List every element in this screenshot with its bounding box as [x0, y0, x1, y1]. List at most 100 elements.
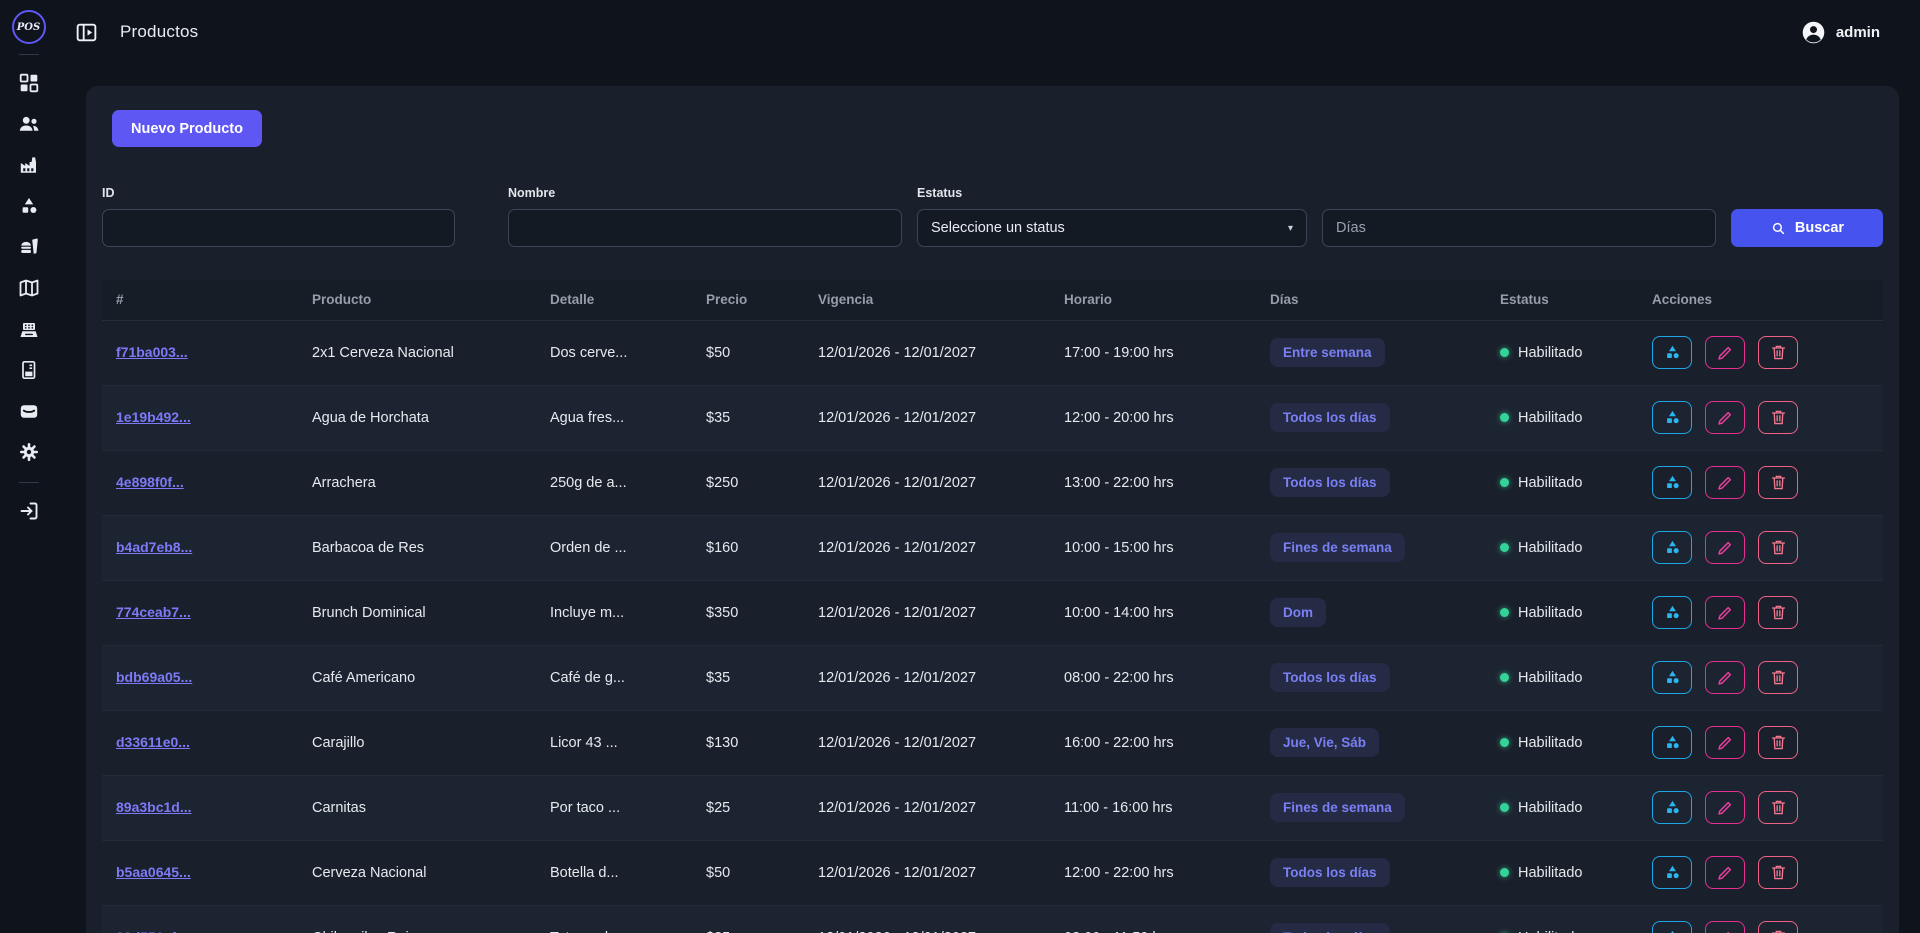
product-id-link[interactable]: b5aa0645... — [116, 864, 191, 880]
col-horario: Horario — [1050, 280, 1256, 320]
variants-button[interactable] — [1652, 531, 1692, 564]
variants-button[interactable] — [1652, 336, 1692, 369]
product-price: $35 — [692, 645, 804, 710]
product-id-link[interactable]: b4ad7eb8... — [116, 539, 192, 555]
product-id-link[interactable]: d33611e0... — [116, 734, 190, 750]
status-cell: Habilitado — [1500, 410, 1624, 426]
nombre-filter-label: Nombre — [508, 186, 902, 200]
edit-button[interactable] — [1705, 596, 1745, 629]
sidebar-toggle-button[interactable] — [74, 20, 99, 45]
sidebar-item-cash-register[interactable] — [9, 315, 49, 342]
edit-button[interactable] — [1705, 661, 1745, 694]
variants-button[interactable] — [1652, 726, 1692, 759]
product-validity: 12/01/2026 - 12/01/2027 — [804, 710, 1050, 775]
col-precio: Precio — [692, 280, 804, 320]
panel-toggle-icon — [74, 20, 99, 45]
delete-button[interactable] — [1758, 466, 1798, 499]
sidebar-item-food[interactable] — [9, 233, 49, 260]
pencil-icon — [1716, 733, 1735, 752]
delete-button[interactable] — [1758, 661, 1798, 694]
product-detail: Dos cerve... — [536, 320, 692, 385]
product-detail: Por taco ... — [536, 775, 692, 840]
app-logo[interactable]: POS — [12, 10, 46, 44]
delete-button[interactable] — [1758, 596, 1798, 629]
sidebar-item-settings[interactable] — [9, 438, 49, 465]
edit-button[interactable] — [1705, 856, 1745, 889]
product-id-link[interactable]: 774ceab7... — [116, 604, 191, 620]
sidebar-divider — [19, 54, 39, 55]
nombre-filter-input[interactable] — [508, 209, 902, 247]
product-name: 2x1 Cerveza Nacional — [298, 320, 536, 385]
pencil-icon — [1716, 538, 1735, 557]
product-validity: 12/01/2026 - 12/01/2027 — [804, 775, 1050, 840]
pencil-icon — [1716, 668, 1735, 687]
product-validity: 12/01/2026 - 12/01/2027 — [804, 385, 1050, 450]
edit-button[interactable] — [1705, 791, 1745, 824]
delete-button[interactable] — [1758, 401, 1798, 434]
sidebar-item-receipts[interactable] — [9, 356, 49, 383]
edit-button[interactable] — [1705, 921, 1745, 933]
col-estatus: Estatus — [1486, 280, 1638, 320]
product-validity: 12/01/2026 - 12/01/2027 — [804, 905, 1050, 933]
id-filter-label: ID — [102, 186, 455, 200]
status-label: Habilitado — [1518, 410, 1583, 426]
pencil-icon — [1716, 928, 1735, 933]
pencil-icon — [1716, 343, 1735, 362]
product-id-link[interactable]: bdb69a05... — [116, 669, 192, 685]
sidebar-item-products[interactable] — [9, 192, 49, 219]
dias-filter-input[interactable] — [1322, 209, 1716, 247]
trash-icon — [1769, 798, 1788, 817]
variants-button[interactable] — [1652, 661, 1692, 694]
variants-button[interactable] — [1652, 921, 1692, 933]
product-id-link[interactable]: 38d551ef... — [116, 929, 188, 933]
sidebar-item-users[interactable] — [9, 110, 49, 137]
product-id-link[interactable]: 89a3bc1d... — [116, 799, 192, 815]
product-id-link[interactable]: 1e19b492... — [116, 409, 191, 425]
sidebar-item-cash-drawer[interactable] — [9, 397, 49, 424]
days-badge: Fines de semana — [1270, 533, 1405, 562]
edit-button[interactable] — [1705, 726, 1745, 759]
variants-button[interactable] — [1652, 856, 1692, 889]
shapes-icon — [1663, 473, 1682, 492]
delete-button[interactable] — [1758, 531, 1798, 564]
status-cell: Habilitado — [1500, 670, 1624, 686]
table-row: 4e898f0f... Arrachera 250g de a... $250 … — [102, 450, 1883, 515]
delete-button[interactable] — [1758, 336, 1798, 369]
pencil-icon — [1716, 863, 1735, 882]
product-validity: 12/01/2026 - 12/01/2027 — [804, 515, 1050, 580]
estatus-select[interactable]: Seleccione un status ▾ — [917, 209, 1307, 247]
buscar-button[interactable]: Buscar — [1731, 209, 1883, 247]
sidebar-item-logout[interactable] — [9, 497, 49, 524]
shapes-icon — [17, 194, 41, 218]
delete-button[interactable] — [1758, 856, 1798, 889]
pencil-icon — [1716, 473, 1735, 492]
delete-button[interactable] — [1758, 726, 1798, 759]
edit-button[interactable] — [1705, 531, 1745, 564]
user-menu[interactable]: admin — [1800, 19, 1880, 46]
product-price: $25 — [692, 775, 804, 840]
id-filter-input[interactable] — [102, 209, 455, 247]
sidebar-item-factory[interactable] — [9, 151, 49, 178]
sidebar-item-dashboard[interactable] — [9, 69, 49, 96]
edit-button[interactable] — [1705, 466, 1745, 499]
table-row: bdb69a05... Café Americano Café de g... … — [102, 645, 1883, 710]
cash-register-icon — [17, 317, 41, 341]
product-detail: Orden de ... — [536, 515, 692, 580]
product-id-link[interactable]: f71ba003... — [116, 344, 188, 360]
edit-button[interactable] — [1705, 336, 1745, 369]
product-id-link[interactable]: 4e898f0f... — [116, 474, 184, 490]
variants-button[interactable] — [1652, 401, 1692, 434]
product-name: Chilaquiles Rojos — [298, 905, 536, 933]
status-cell: Habilitado — [1500, 540, 1624, 556]
variants-button[interactable] — [1652, 466, 1692, 499]
delete-button[interactable] — [1758, 791, 1798, 824]
receipt-icon — [17, 358, 41, 382]
new-product-button[interactable]: Nuevo Producto — [112, 110, 262, 147]
variants-button[interactable] — [1652, 596, 1692, 629]
variants-button[interactable] — [1652, 791, 1692, 824]
table-body: f71ba003... 2x1 Cerveza Nacional Dos cer… — [102, 320, 1883, 933]
delete-button[interactable] — [1758, 921, 1798, 933]
sidebar-item-map[interactable] — [9, 274, 49, 301]
edit-button[interactable] — [1705, 401, 1745, 434]
days-badge: Todos los días — [1270, 923, 1390, 933]
